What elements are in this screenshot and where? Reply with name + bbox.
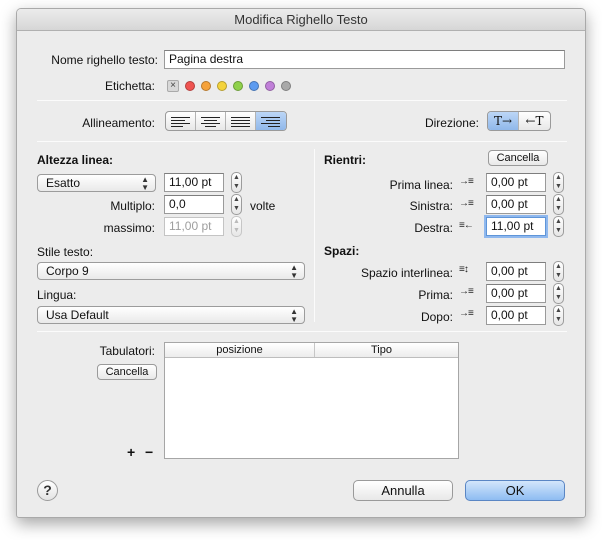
align-center-button[interactable] xyxy=(196,112,226,130)
remove-tab-button[interactable]: − xyxy=(145,444,153,460)
tabs-table[interactable]: posizione Tipo xyxy=(164,342,459,459)
language-popup[interactable]: Usa Default ▲ ▼ xyxy=(37,306,305,324)
space-before-field[interactable]: 0,00 pt xyxy=(486,284,546,303)
alignment-label: Allineamento: xyxy=(82,116,155,130)
line-height-stepper[interactable]: ▲ ▼ xyxy=(231,172,242,193)
tag-color-dot[interactable] xyxy=(217,81,227,91)
tag-color-dot[interactable] xyxy=(265,81,275,91)
language-label: Lingua: xyxy=(37,288,77,302)
indents-cancel-button[interactable]: Cancella xyxy=(488,150,548,166)
tabs-cancel-button[interactable]: Cancella xyxy=(97,364,157,380)
align-justify-icon xyxy=(231,117,250,129)
ok-button[interactable]: OK xyxy=(465,480,565,501)
tag-color-dot[interactable] xyxy=(249,81,259,91)
direction-rtl-button[interactable]: ←T xyxy=(519,112,550,130)
max-stepper: ▲ ▼ xyxy=(231,216,242,237)
text-style-label: Stile testo: xyxy=(37,245,94,259)
tabs-table-header: posizione Tipo xyxy=(165,343,458,358)
line-height-title: Altezza linea: xyxy=(37,153,114,167)
separator xyxy=(37,141,567,142)
line-spacing-label: Spazio interlinea: xyxy=(360,266,453,280)
max-field: 11,00 pt xyxy=(164,217,224,236)
space-after-stepper[interactable]: ▲ ▼ xyxy=(553,305,564,326)
right-indent-icon: ≡← xyxy=(459,220,474,231)
tag-color-dot[interactable] xyxy=(201,81,211,91)
tabs-label: Tabulatori: xyxy=(99,344,155,358)
align-center-icon xyxy=(201,117,220,129)
space-after-icon: →≡ xyxy=(459,308,474,319)
left-indent-field[interactable]: 0,00 pt xyxy=(486,195,546,214)
indents-title: Rientri: xyxy=(324,153,366,167)
spacing-title: Spazi: xyxy=(324,244,360,258)
text-style-popup[interactable]: Corpo 9 ▲ ▼ xyxy=(37,262,305,280)
separator xyxy=(37,100,567,101)
space-before-stepper[interactable]: ▲ ▼ xyxy=(553,283,564,304)
max-label: massimo: xyxy=(103,221,155,235)
text-style-value: Corpo 9 xyxy=(46,264,89,278)
space-before-label: Prima: xyxy=(418,288,453,302)
ruler-name-label: Nome righello testo: xyxy=(51,53,158,67)
tag-none-icon[interactable]: × xyxy=(167,80,179,92)
left-indent-stepper[interactable]: ▲ ▼ xyxy=(553,194,564,215)
space-after-field[interactable]: 0,00 pt xyxy=(486,306,546,325)
multiple-field[interactable]: 0,0 xyxy=(164,195,224,214)
first-line-indent-icon: →≡ xyxy=(459,176,474,187)
window-title: Modifica Righello Testo xyxy=(17,9,585,31)
first-line-label: Prima linea: xyxy=(389,178,453,192)
tag-label: Etichetta: xyxy=(104,79,155,93)
alignment-segmented-control xyxy=(165,111,287,131)
align-justify-button[interactable] xyxy=(226,112,256,130)
align-left-button[interactable] xyxy=(166,112,196,130)
ruler-name-field[interactable]: Pagina destra xyxy=(164,50,565,69)
line-height-field[interactable]: 11,00 pt xyxy=(164,173,224,192)
line-spacing-icon: ≡↕ xyxy=(459,264,469,275)
language-value: Usa Default xyxy=(46,308,109,322)
updown-arrows-icon: ▲ ▼ xyxy=(141,175,149,192)
space-after-label: Dopo: xyxy=(420,310,453,324)
direction-segmented-control: T→ ←T xyxy=(487,111,551,131)
help-button[interactable]: ? xyxy=(37,480,58,501)
tag-color-dot[interactable] xyxy=(281,81,291,91)
tag-color-dot[interactable] xyxy=(185,81,195,91)
multiple-label: Multiplo: xyxy=(110,199,155,213)
line-spacing-stepper[interactable]: ▲ ▼ xyxy=(553,261,564,282)
right-indent-stepper[interactable]: ▲ ▼ xyxy=(553,216,564,237)
tag-color-dot[interactable] xyxy=(233,81,243,91)
align-right-icon xyxy=(261,117,280,129)
direction-ltr-button[interactable]: T→ xyxy=(488,112,519,130)
left-indent-label: Sinistra: xyxy=(409,199,453,213)
updown-arrows-icon: ▲ ▼ xyxy=(290,263,298,280)
updown-arrows-icon: ▲ ▼ xyxy=(290,307,298,324)
space-before-icon: →≡ xyxy=(459,286,474,297)
add-tab-button[interactable]: + xyxy=(127,444,135,460)
first-line-stepper[interactable]: ▲ ▼ xyxy=(553,172,564,193)
column-header-type[interactable]: Tipo xyxy=(315,343,448,357)
multiple-unit: volte xyxy=(250,199,276,213)
multiple-stepper[interactable]: ▲ ▼ xyxy=(231,194,242,215)
column-header-position[interactable]: posizione xyxy=(165,343,315,357)
direction-label: Direzione: xyxy=(424,116,479,130)
line-spacing-field[interactable]: 0,00 pt xyxy=(486,262,546,281)
separator xyxy=(314,149,315,322)
align-left-icon xyxy=(171,117,190,129)
first-line-field[interactable]: 0,00 pt xyxy=(486,173,546,192)
dialog-window: Modifica Righello Testo Nome righello te… xyxy=(16,8,586,518)
left-indent-icon: →≡ xyxy=(459,198,474,209)
right-indent-label: Destra: xyxy=(414,221,453,235)
line-height-mode-popup[interactable]: Esatto ▲ ▼ xyxy=(37,174,156,192)
align-right-button[interactable] xyxy=(256,112,286,130)
separator xyxy=(37,331,567,332)
cancel-button[interactable]: Annulla xyxy=(353,480,453,501)
right-indent-field[interactable]: 11,00 pt xyxy=(486,217,546,236)
line-height-mode-value: Esatto xyxy=(46,176,81,190)
